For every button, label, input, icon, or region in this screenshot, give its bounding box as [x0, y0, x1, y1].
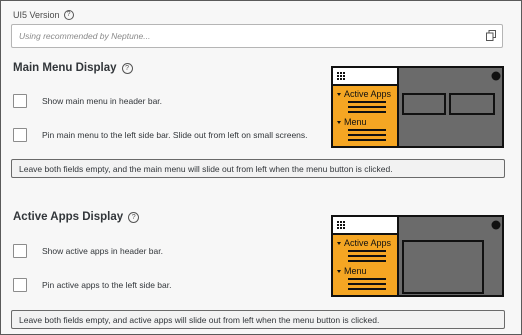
grid-icon: [337, 72, 345, 80]
active-apps-title-text: Active Apps Display: [13, 211, 124, 223]
question-icon[interactable]: ?: [63, 10, 74, 20]
main-menu-info-box: Leave both fields empty, and the main me…: [11, 159, 505, 178]
active-apps-option-header[interactable]: Show active apps in header bar.: [13, 244, 163, 258]
main-menu-info-text: Leave both fields empty, and the main me…: [19, 164, 393, 174]
main-menu-section-title: Main Menu Display ?: [13, 62, 133, 74]
active-apps-info-box: Leave both fields empty, and active apps…: [11, 310, 505, 329]
active-apps-pin-checkbox[interactable]: [13, 278, 27, 292]
main-menu-option-header[interactable]: Show main menu in header bar.: [13, 94, 162, 108]
grid-icon: [337, 221, 345, 229]
illus-item-active-apps: Active Apps: [344, 89, 392, 99]
main-menu-title-text: Main Menu Display: [13, 62, 117, 74]
illus-item-active-apps: Active Apps: [344, 238, 392, 248]
main-menu-header-checkbox[interactable]: [13, 94, 27, 108]
question-icon[interactable]: ?: [121, 62, 133, 74]
illus-item-menu: Menu: [344, 117, 367, 127]
ui5-version-placeholder: Using recommended by Neptune...: [19, 31, 151, 41]
active-apps-header-label: Show active apps in header bar.: [42, 246, 163, 256]
main-menu-header-label: Show main menu in header bar.: [42, 96, 163, 106]
avatar-dot: [491, 71, 501, 81]
main-menu-illustration: Active Apps Menu: [331, 66, 504, 148]
active-apps-info-text: Leave both fields empty, and active apps…: [19, 315, 380, 325]
settings-panel: UI5 Version ? Using recommended by Neptu…: [0, 0, 522, 335]
active-apps-illustration: Active Apps Menu: [331, 215, 504, 297]
ui5-version-label-text: UI5 Version: [13, 10, 60, 20]
active-apps-section-title: Active Apps Display ?: [13, 211, 140, 223]
main-menu-pin-label: Pin main menu to the left side bar. Slid…: [42, 130, 308, 140]
main-menu-option-pin[interactable]: Pin main menu to the left side bar. Slid…: [13, 128, 308, 142]
ui5-version-label: UI5 Version ?: [13, 10, 74, 20]
active-apps-header-checkbox[interactable]: [13, 244, 27, 258]
copy-icon[interactable]: [486, 30, 496, 41]
main-menu-pin-checkbox[interactable]: [13, 128, 27, 142]
ui5-version-input[interactable]: Using recommended by Neptune...: [11, 24, 503, 48]
illus-item-menu: Menu: [344, 266, 367, 276]
active-apps-pin-label: Pin active apps to the left side bar.: [42, 280, 172, 290]
avatar-dot: [491, 220, 501, 230]
question-icon[interactable]: ?: [128, 211, 140, 223]
active-apps-option-pin[interactable]: Pin active apps to the left side bar.: [13, 278, 171, 292]
